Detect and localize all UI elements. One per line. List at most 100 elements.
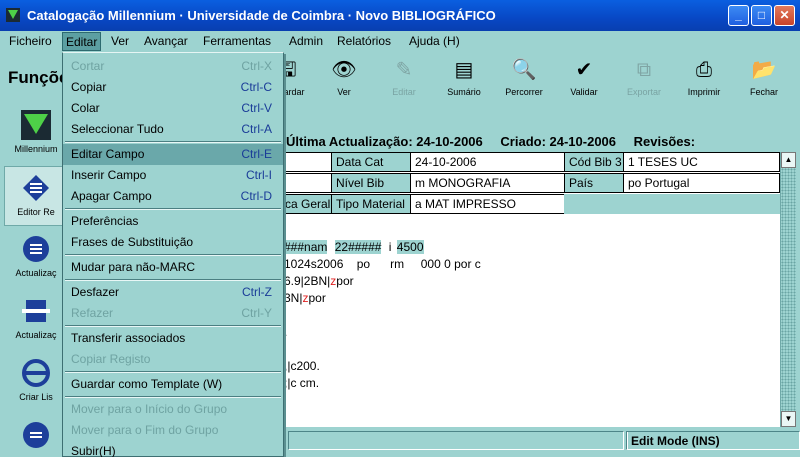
- menu-item-editar-campo[interactable]: Editar Campo Ctrl-E: [63, 144, 283, 165]
- menu-item-refazer[interactable]: Refazer Ctrl-Y: [63, 303, 283, 324]
- close-button[interactable]: ✕: [774, 5, 795, 26]
- menu-item-preferencias[interactable]: Preferências: [63, 211, 283, 232]
- menu-avancar[interactable]: Avançar: [144, 34, 188, 48]
- fixed-field-cell[interactable]: [284, 173, 332, 193]
- menu-item-guardar-template[interactable]: Guardar como Template (W): [63, 374, 283, 395]
- minimize-button[interactable]: _: [728, 5, 749, 26]
- leader-part: 22#####: [334, 240, 382, 254]
- menu-item-mover-fim[interactable]: Mover para o Fim do Grupo: [63, 420, 283, 441]
- fechar-label: Fechar: [749, 87, 778, 97]
- cod-bib3-label: Cód Bib 3: [564, 152, 624, 172]
- marc-field-line[interactable]: ;|c cm.: [284, 376, 319, 390]
- menu-item-label: Preferências: [71, 214, 139, 228]
- menu-item-label: Subir(H): [71, 444, 116, 457]
- sumario-button[interactable]: ▤ Sumário: [434, 55, 494, 101]
- scroll-track[interactable]: [781, 168, 796, 411]
- millennium-logo-icon: [21, 110, 51, 140]
- marc-editor[interactable]: ###nam 22##### i 4500 1024s2006 po rm 00…: [284, 214, 780, 427]
- fixed-field-label: ca Geral: [284, 194, 332, 214]
- menu-item-subir[interactable]: Subir(H): [63, 441, 283, 457]
- menu-item-cortar[interactable]: Cortar Ctrl-X: [63, 56, 283, 77]
- title-bar: Catalogação Millennium · Universidade de…: [0, 0, 800, 31]
- menu-item-copiar[interactable]: Copiar Ctrl-C: [63, 77, 283, 98]
- menu-item-label: Mover para o Início do Grupo: [71, 402, 228, 416]
- field-text: 3N|: [284, 291, 303, 305]
- marc-008-line[interactable]: 1024s2006 po rm 000 0 por c: [284, 257, 481, 271]
- menu-item-inserir-campo[interactable]: Inserir Campo Ctrl-I: [63, 165, 283, 186]
- edit-document-icon: ✎: [395, 59, 413, 81]
- exportar-button[interactable]: ⧉ Exportar: [614, 55, 674, 101]
- sidebar-item-criar-listas[interactable]: Criar Lis: [4, 352, 68, 412]
- sidebar-item-editor[interactable]: Editor Re: [4, 166, 68, 226]
- menu-admin[interactable]: Admin: [289, 34, 323, 48]
- menu-item-seleccionar-tudo[interactable]: Seleccionar Tudo Ctrl-A: [63, 119, 283, 140]
- scroll-down-arrow[interactable]: ▼: [781, 411, 796, 427]
- editar-button[interactable]: ✎ Editar: [374, 55, 434, 101]
- status-message: [288, 431, 624, 450]
- nivel-bib-label: Nível Bib: [331, 173, 411, 193]
- nivel-bib-value[interactable]: m MONOGRAFIA: [410, 173, 565, 193]
- record-header: Última Actualização: 24-10-2006 Criado: …: [286, 134, 709, 149]
- sumario-label: Sumário: [447, 87, 481, 97]
- menu-item-transferir-associados[interactable]: Transferir associados: [63, 328, 283, 349]
- imprimir-label: Imprimir: [687, 87, 721, 97]
- field-text: por: [308, 291, 326, 305]
- menu-ver[interactable]: Ver: [111, 34, 129, 48]
- percorrer-button[interactable]: 🔍 Percorrer: [494, 55, 554, 101]
- sidebar-item-actualizacao-1[interactable]: Actualizaç: [4, 228, 68, 288]
- fixed-field-cell[interactable]: [284, 152, 332, 172]
- tipo-material-value[interactable]: a MAT IMPRESSO: [410, 194, 565, 214]
- sidebar-label: Actualizaç: [15, 330, 57, 340]
- marc-field-line[interactable]: 3N|zpor: [284, 291, 326, 305]
- menu-item-label: Mudar para não-MARC: [71, 260, 196, 274]
- menu-item-label: Seleccionar Tudo: [71, 122, 164, 136]
- fechar-button[interactable]: 📂 Fechar: [734, 55, 794, 101]
- menu-relatorios[interactable]: Relatórios: [337, 34, 391, 48]
- menu-ajuda[interactable]: Ajuda (H): [409, 34, 460, 48]
- marc-field-line[interactable]: ,|c200.: [284, 359, 320, 373]
- vertical-scrollbar[interactable]: ▲ ▼: [780, 152, 796, 427]
- validar-button[interactable]: ✔ Validar: [554, 55, 614, 101]
- menu-item-colar[interactable]: Colar Ctrl-V: [63, 98, 283, 119]
- menu-item-mudar-nao-marc[interactable]: Mudar para não-MARC: [63, 257, 283, 278]
- ver-button[interactable]: 👁 Ver: [314, 55, 374, 101]
- sidebar-item-millennium[interactable]: Millennium: [4, 104, 68, 164]
- marc-field-line[interactable]: .: [284, 325, 287, 339]
- update-icon: [23, 236, 49, 262]
- data-cat-label: Data Cat: [331, 152, 411, 172]
- imprimir-button[interactable]: ⎙ Imprimir: [674, 55, 734, 101]
- menu-item-shortcut: Ctrl-I: [246, 168, 272, 182]
- create-list-icon: [22, 359, 50, 387]
- export-icon: ⧉: [636, 59, 652, 81]
- menu-item-shortcut: Ctrl-X: [241, 59, 272, 73]
- list-icon: [23, 422, 49, 448]
- checklist-icon: ✔: [575, 59, 593, 81]
- menu-ferramentas[interactable]: Ferramentas: [203, 34, 271, 48]
- maximize-button[interactable]: □: [751, 5, 772, 26]
- sidebar-item-actualizacao-2[interactable]: Actualizaç: [4, 290, 68, 350]
- menu-item-apagar-campo[interactable]: Apagar Campo Ctrl-D: [63, 186, 283, 207]
- cod-bib3-value[interactable]: 1 TESES UC: [623, 152, 780, 172]
- menu-item-frases-substituicao[interactable]: Frases de Substituição: [63, 232, 283, 253]
- menu-ficheiro[interactable]: Ficheiro: [9, 34, 52, 48]
- eye-icon: 👁: [331, 59, 357, 81]
- menu-item-shortcut: Ctrl-E: [241, 147, 272, 161]
- menu-item-shortcut: Ctrl-Z: [242, 285, 272, 299]
- menu-item-label: Inserir Campo: [71, 168, 147, 182]
- field-text: por: [336, 274, 354, 288]
- sidebar-label: Actualizaç: [15, 268, 57, 278]
- ver-label: Ver: [337, 87, 351, 97]
- scroll-up-arrow[interactable]: ▲: [781, 152, 796, 168]
- pais-value[interactable]: po Portugal: [623, 173, 780, 193]
- sidebar-item-more[interactable]: [4, 414, 68, 457]
- leader-part: 4500: [396, 240, 424, 254]
- menu-editar[interactable]: Editar: [62, 32, 102, 51]
- percorrer-label: Percorrer: [505, 87, 543, 97]
- marc-field-line[interactable]: 6.9|2BN|zpor: [284, 274, 354, 288]
- menu-item-desfazer[interactable]: Desfazer Ctrl-Z: [63, 282, 283, 303]
- menu-item-mover-inicio[interactable]: Mover para o Início do Grupo: [63, 399, 283, 420]
- marc-leader-line[interactable]: ###nam 22##### i 4500: [284, 240, 424, 254]
- exportar-label: Exportar: [626, 87, 661, 97]
- menu-item-copiar-registo[interactable]: Copiar Registo: [63, 349, 283, 370]
- data-cat-value[interactable]: 24-10-2006: [410, 152, 565, 172]
